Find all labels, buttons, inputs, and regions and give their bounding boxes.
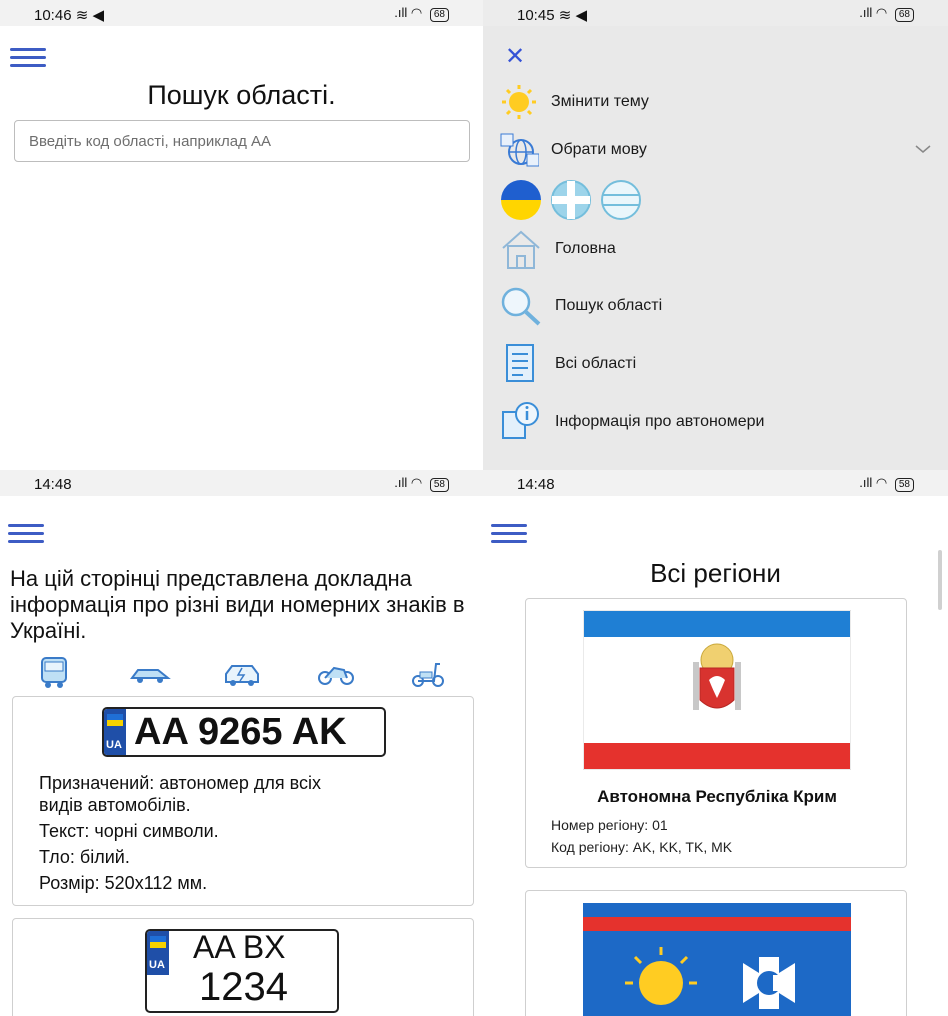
menu-item-label: Головна	[555, 240, 616, 257]
menu-item-theme[interactable]: Змінити тему	[499, 84, 649, 120]
status-time: 10:46 ≋ ◀	[34, 7, 104, 24]
plate-info-screen: 14:48 .ıll ◠ 58 На цій сторінці представ…	[0, 470, 483, 1016]
side-menu-screen: 10:45 ≋ ◀ .ıll ◠ 68 ✕ Змінити тему Обрат…	[483, 0, 948, 470]
menu-item-label: Інформація про автономери	[555, 413, 765, 430]
status-time: 14:48	[517, 476, 555, 493]
plate-series: AA BX	[193, 929, 286, 965]
ua-flag-strip: UA	[147, 931, 169, 975]
english-flag-icon[interactable]	[549, 178, 593, 222]
status-icons: .ıll ◠ 68	[859, 5, 914, 22]
plate-card: UA AA 9265 AK Призначений: автономер для…	[12, 696, 474, 906]
battery-icon: 68	[894, 8, 914, 22]
status-icons: .ıll ◠ 58	[859, 475, 914, 492]
menu-item-label: Пошук області	[555, 297, 663, 314]
intro-text: На цій сторінці представлена докладна ін…	[10, 566, 465, 643]
plate-background-line: Тло: білий.	[39, 847, 130, 867]
menu-hamburger-button[interactable]	[491, 524, 527, 546]
plate-number: AA 9265 AK	[134, 711, 347, 753]
third-language-flag-icon[interactable]	[599, 178, 643, 222]
electric-car-icon[interactable]	[222, 656, 262, 690]
status-bar: 14:48 .ıll ◠ 58	[483, 470, 948, 496]
ukraine-flag-icon[interactable]	[499, 178, 543, 222]
signal-icon: .ıll	[859, 475, 873, 490]
menu-item-home[interactable]: Головна	[499, 228, 616, 270]
wifi-icon: ◠	[875, 5, 888, 20]
region-card[interactable]	[525, 890, 907, 1016]
scooter-icon[interactable]	[408, 656, 448, 690]
signal-icon: .ıll	[394, 5, 408, 20]
battery-icon: 58	[429, 478, 449, 492]
home-icon	[502, 230, 540, 269]
status-icons: .ıll ◠ 68	[394, 5, 449, 22]
menu-hamburger-button[interactable]	[10, 48, 46, 70]
region-flag-image	[583, 903, 851, 1016]
menu-item-label: Змінити тему	[551, 93, 649, 110]
menu-item-search[interactable]: Пошук області	[499, 285, 662, 327]
car-icon[interactable]	[128, 656, 172, 690]
document-list-icon	[506, 344, 534, 382]
plate-card: UA AA BX 1234	[12, 918, 474, 1016]
page-title: Пошук області.	[147, 80, 336, 110]
magnifier-icon	[501, 287, 541, 326]
license-plate-square: UA AA BX 1234	[145, 929, 339, 1013]
menu-item-info[interactable]: Інформація про автономери	[499, 400, 764, 444]
plate-purpose-line: видів автомобілів.	[39, 795, 191, 815]
translate-globe-icon	[500, 133, 539, 167]
plate-size-line: Розмір: 520x112 мм.	[39, 873, 208, 893]
chevron-down-icon[interactable]	[914, 140, 932, 158]
region-number: Номер регіону: 01	[551, 817, 668, 833]
status-bar: 10:45 ≋ ◀ .ıll ◠ 68	[483, 0, 948, 26]
region-name: Автономна Республіка Крим	[597, 787, 837, 806]
status-icons: .ıll ◠ 58	[394, 475, 449, 492]
region-codes: Код регіону: AK, KK, TK, MK	[551, 839, 733, 855]
status-bar: 10:46 ≋ ◀ .ıll ◠ 68	[0, 0, 483, 26]
region-card[interactable]: Автономна Республіка Крим Номер регіону:…	[525, 598, 907, 868]
page-title: Всі регіони	[650, 558, 781, 588]
region-code-search-input[interactable]	[14, 120, 470, 162]
vehicle-type-tabs	[36, 656, 456, 690]
battery-icon: 58	[894, 478, 914, 492]
plate-text-color-line: Текст: чорні символи.	[39, 821, 219, 841]
bus-icon[interactable]	[36, 656, 72, 690]
language-flags	[499, 178, 643, 222]
menu-item-all-regions[interactable]: Всі області	[499, 342, 636, 386]
status-time: 10:45 ≋ ◀	[517, 7, 587, 24]
menu-item-label: Всі області	[555, 355, 637, 372]
plate-purpose-line: Призначений: автономер для всіх	[39, 773, 321, 793]
status-time: 14:48	[34, 476, 72, 493]
battery-icon: 68	[429, 8, 449, 22]
wifi-icon: ◠	[875, 475, 888, 490]
license-plate: UA AA 9265 AK	[102, 707, 386, 757]
wifi-icon: ◠	[410, 475, 423, 490]
crimea-flag-image	[583, 610, 851, 770]
motorcycle-icon[interactable]	[316, 656, 356, 690]
status-bar: 14:48 .ıll ◠ 58	[0, 470, 483, 496]
search-region-screen: 10:46 ≋ ◀ .ıll ◠ 68 Пошук області.	[0, 0, 483, 470]
menu-item-language[interactable]: Обрати мову	[499, 132, 647, 168]
ua-flag-strip: UA	[104, 709, 126, 755]
plate-number: 1234	[199, 965, 288, 1009]
signal-icon: .ıll	[859, 5, 873, 20]
close-menu-icon[interactable]: ✕	[505, 42, 525, 71]
all-regions-screen: 14:48 .ıll ◠ 58 Всі регіони Автономна Ре…	[483, 470, 948, 1016]
info-book-icon	[502, 402, 539, 439]
menu-hamburger-button[interactable]	[8, 524, 44, 546]
signal-icon: .ıll	[394, 475, 408, 490]
wifi-icon: ◠	[410, 5, 423, 20]
menu-item-label: Обрати мову	[551, 141, 647, 158]
sun-icon	[502, 85, 536, 119]
